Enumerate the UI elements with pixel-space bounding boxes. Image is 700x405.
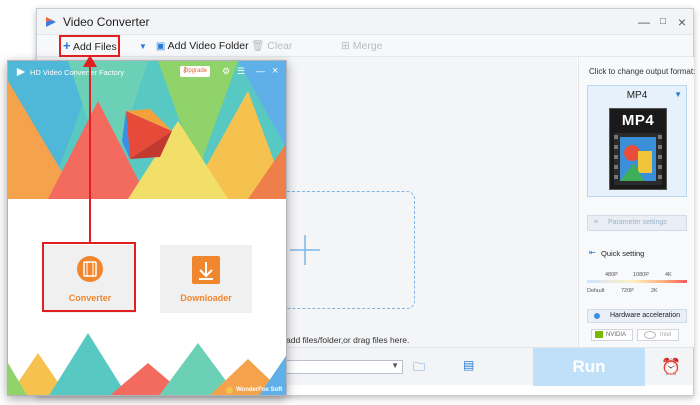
nvidia-option[interactable]: NVIDIA [591, 329, 633, 341]
app-logo-icon [46, 17, 56, 27]
quality-tick-default: Default [587, 288, 605, 294]
clear-label: Clear [267, 40, 293, 52]
toolbar: + Add Files ▼ ▣ Add Video Folder 🗑 Clear… [37, 35, 693, 57]
add-video-folder-label: Add Video Folder [167, 40, 249, 52]
close-button[interactable]: × [673, 13, 691, 31]
drop-zone[interactable] [269, 191, 415, 309]
alarm-clock-icon[interactable]: ⏰ [661, 357, 681, 377]
folder-add-icon: ▣ [155, 41, 166, 52]
parameter-settings-label: Parameter settings [608, 219, 667, 226]
quality-tick-4k: 4K [665, 272, 672, 278]
nvidia-logo-icon [595, 331, 603, 338]
quality-tick-480p: 480P [605, 272, 618, 278]
brand-label: WonderFox Soft [236, 387, 283, 393]
film-strip-icon [614, 133, 662, 185]
merge-icon: ⊞ [341, 40, 350, 52]
title-bar: Video Converter — □ × [37, 9, 693, 35]
maximize-button[interactable]: □ [654, 13, 672, 31]
highlight-add-files [59, 35, 120, 57]
dropdown-arrow-icon: ▼ [391, 361, 399, 370]
window-title: Video Converter [63, 15, 150, 29]
dropdown-arrow-icon: ▼ [674, 90, 682, 99]
radio-dot-icon [594, 313, 600, 319]
merge-button[interactable]: ⊞ Merge [341, 38, 383, 54]
hardware-acceleration-label: Hardware acceleration [610, 312, 681, 319]
menu-list-icon[interactable]: ☰ [237, 65, 245, 77]
parameter-settings-button[interactable]: ≡ Parameter settings [587, 215, 687, 231]
quality-tick-720p: 720P [621, 288, 634, 294]
merge-label: Merge [352, 40, 383, 52]
add-video-folder-button[interactable]: ▼ ▣ Add Video Folder [139, 38, 249, 54]
intel-logo-icon [644, 331, 656, 339]
intel-option[interactable]: Intel [637, 329, 679, 341]
output-format-selector[interactable]: MP4 ▼ MP4 [587, 85, 687, 197]
output-panel: Click to change output format: MP4 ▼ MP4 [578, 57, 696, 347]
folder-icon[interactable]: 🗀 [413, 358, 425, 379]
quality-tick-2k: 2K [651, 288, 658, 294]
minimize-button[interactable]: — [256, 65, 265, 77]
key-icon: ⚷ [182, 65, 188, 74]
quick-setting-icon: ⇤ [589, 248, 596, 257]
clear-button[interactable]: 🗑 Clear [251, 38, 292, 54]
format-label: MP4 [626, 90, 648, 101]
output-folder-field[interactable]: ▼ [285, 360, 403, 374]
intel-label: Intel [660, 332, 672, 338]
download-icon [192, 256, 220, 284]
close-button[interactable]: × [272, 65, 278, 77]
nvidia-label: NVIDIA [606, 332, 627, 338]
sliders-icon: ≡ [594, 219, 599, 226]
minimize-button[interactable]: — [635, 13, 653, 31]
add-plus-icon [290, 235, 320, 265]
mp4-tile-text: MP4 [621, 112, 655, 129]
mp4-format-icon: MP4 [609, 108, 667, 190]
downloader-module[interactable]: Downloader [160, 245, 252, 313]
product-logo-icon [122, 109, 172, 159]
quality-tick-1080p: 1080P [633, 272, 649, 278]
quick-setting-label: Quick setting [601, 249, 645, 258]
hardware-acceleration-toggle[interactable]: Hardware acceleration [587, 309, 687, 323]
hd-video-converter-window: HD Video Converter Factory Upgrade ⚷ ⚙ ☰… [7, 60, 287, 396]
annotation-arrow [83, 55, 97, 243]
highlight-converter [42, 242, 136, 312]
quality-slider[interactable] [587, 280, 687, 283]
output-format-caption: Click to change output format: [589, 67, 696, 76]
run-button[interactable]: Run [533, 348, 645, 386]
trash-icon: 🗑 [251, 40, 265, 52]
brand-logo-icon [226, 387, 233, 394]
downloader-label: Downloader [180, 293, 232, 303]
drop-hint: add files/folder,or drag files here. [286, 335, 410, 345]
dropdown-arrow-icon: ▼ [139, 42, 147, 51]
app-logo-icon [16, 67, 26, 77]
settings-gear-icon[interactable]: ⚙ [222, 65, 230, 77]
output-folder-open-icon[interactable]: ▤ [463, 358, 474, 372]
